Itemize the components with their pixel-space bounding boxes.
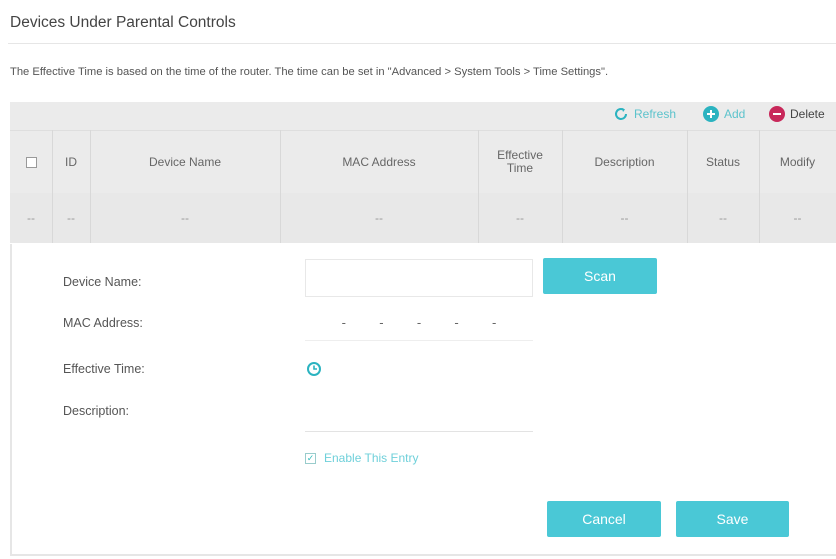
refresh-icon — [613, 106, 629, 122]
row-cell-select: -- — [27, 210, 35, 225]
row-cell-effective-time: -- — [516, 210, 524, 225]
mac-address-field[interactable]: - - - - - — [305, 305, 533, 341]
row-cell-device-name: -- — [181, 210, 189, 225]
col-device-name: Device Name — [148, 154, 222, 169]
row-cell-description: -- — [620, 210, 629, 225]
description-field[interactable] — [305, 396, 533, 432]
select-all-cell — [10, 131, 52, 193]
device-name-input[interactable] — [306, 260, 532, 296]
column-divider — [687, 130, 688, 243]
mac-separator: - — [341, 315, 346, 330]
col-id: ID — [65, 154, 77, 169]
col-effective-time-label: Effective Time — [497, 148, 543, 175]
delete-label: Delete — [790, 107, 825, 121]
enable-entry-label: Enable This Entry — [324, 451, 419, 465]
row-cell-id: -- — [67, 210, 75, 225]
cancel-button[interactable]: Cancel — [547, 501, 661, 537]
delete-button[interactable]: Delete — [769, 106, 825, 122]
col-description: Description — [594, 154, 655, 169]
col-mac-address: MAC Address — [342, 154, 416, 169]
table-row: -- -- -- -- -- -- -- -- — [10, 193, 836, 243]
column-divider — [562, 130, 563, 243]
mac-separator: - — [454, 315, 459, 330]
column-divider — [90, 130, 91, 243]
clock-icon[interactable] — [306, 361, 322, 382]
page-title: Devices Under Parental Controls — [10, 14, 236, 31]
table-toolbar: Refresh Add Delete — [10, 102, 836, 130]
row-cell-modify: -- — [793, 210, 802, 225]
effective-time-label: Effective Time: — [63, 362, 145, 376]
enable-entry-checkbox[interactable]: ✓ Enable This Entry — [305, 451, 419, 465]
col-status: Status — [705, 154, 741, 169]
description-input[interactable] — [305, 396, 533, 431]
column-divider — [759, 130, 760, 243]
add-label: Add — [724, 107, 746, 121]
add-button[interactable]: Add — [703, 106, 745, 122]
form-panel-border — [10, 554, 836, 556]
col-modify: Modify — [779, 154, 816, 169]
effective-time-note: The Effective Time is based on the time … — [10, 66, 609, 78]
column-divider — [280, 130, 281, 243]
select-all-checkbox[interactable] — [25, 156, 37, 168]
refresh-label: Refresh — [634, 107, 677, 121]
row-cell-status: -- — [719, 210, 727, 225]
refresh-button[interactable]: Refresh — [613, 106, 676, 122]
device-name-field[interactable] — [305, 259, 533, 297]
form-panel-border — [10, 244, 12, 556]
device-name-label: Device Name: — [63, 275, 142, 289]
table-header: ID Device Name MAC Address Effective Tim… — [10, 130, 836, 194]
col-effective-time: Effective Time — [478, 131, 562, 193]
minus-circle-icon — [769, 106, 785, 122]
row-cell-mac: -- — [375, 210, 383, 225]
column-divider — [52, 130, 53, 243]
scan-button[interactable]: Scan — [543, 258, 657, 294]
title-divider — [8, 43, 836, 44]
mac-separator: - — [492, 315, 497, 330]
save-button[interactable]: Save — [676, 501, 789, 537]
description-label: Description: — [63, 404, 129, 418]
mac-address-label: MAC Address: — [63, 316, 143, 330]
check-icon: ✓ — [305, 452, 316, 464]
mac-separator: - — [379, 315, 384, 330]
mac-separator: - — [416, 315, 422, 330]
plus-circle-icon — [703, 106, 719, 122]
column-divider — [478, 130, 479, 243]
